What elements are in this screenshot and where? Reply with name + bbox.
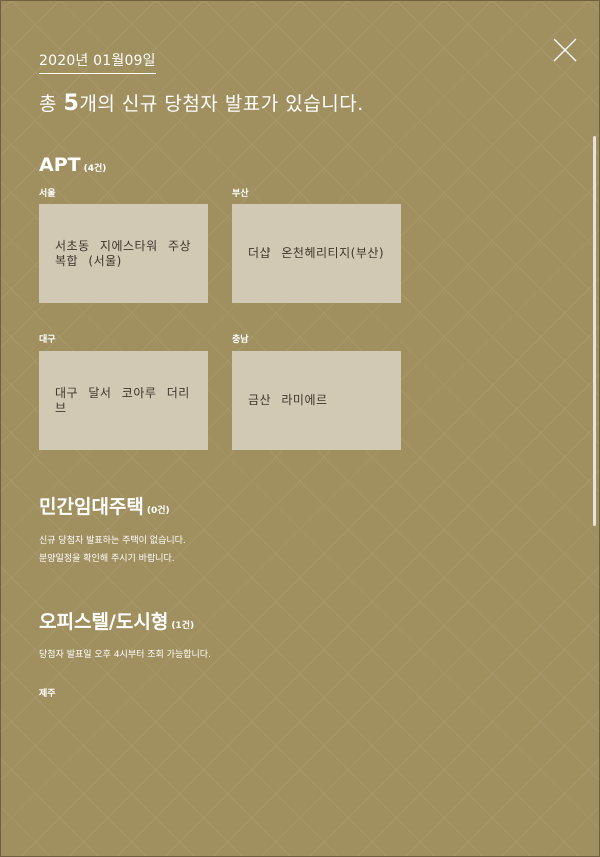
apt-card[interactable]: 대구 달서 코아루 더리브 [39, 351, 208, 450]
section-count: (0건) [146, 506, 170, 516]
section-title-text: 민간임대주택 [39, 496, 144, 518]
rental-note: 신규 당첨자 발표하는 주택이 없습니다. 분양일정을 확인해 주시기 바랍니다… [39, 532, 186, 568]
scrollbar[interactable] [593, 136, 596, 526]
close-icon [553, 38, 577, 62]
region-label: 대구 [39, 335, 56, 345]
apt-card-name: 서초동 지에스타워 주상복합 (서울) [55, 238, 192, 268]
apt-card-name: 더샵 온천헤리티지(부산) [248, 246, 385, 260]
section-title-text: APT [39, 154, 81, 176]
headline-count: 5 [63, 91, 80, 116]
section-count: (4건) [83, 164, 107, 174]
headline-suffix: 개의 신규 당첨자 발표가 있습니다. [79, 93, 364, 115]
rental-note-line: 분양일정을 확인해 주시기 바랍니다. [39, 554, 175, 564]
region-label: 제주 [39, 689, 56, 699]
section-title-officetel: 오피스텔/도시형 (1건) [39, 607, 194, 634]
apt-card[interactable]: 금산 라미에르 [232, 351, 401, 450]
apt-card-name: 대구 달서 코아루 더리브 [55, 385, 190, 415]
officetel-note: 당첨자 발표일 오후 4시부터 조회 가능합니다. [39, 650, 211, 660]
announcement-popup: 2020년 01월09일 총 5개의 신규 당첨자 발표가 있습니다. APT(… [0, 0, 600, 857]
section-title-apt: APT (4건) [39, 154, 106, 176]
rental-note-line: 신규 당첨자 발표하는 주택이 없습니다. [39, 536, 186, 546]
close-button[interactable] [553, 38, 577, 62]
headline: 총 5개의 신규 당첨자 발표가 있습니다. [39, 89, 364, 116]
headline-prefix: 총 [39, 93, 64, 115]
region-label: 부산 [232, 189, 249, 199]
section-title-rental: 민간임대주택 (0건) [39, 492, 170, 519]
section-title-text: 오피스텔/도시형 [39, 611, 169, 633]
apt-card-name: 금산 라미에르 [248, 393, 328, 407]
section-count: (1건) [171, 621, 195, 631]
region-label: 서울 [39, 189, 56, 199]
apt-card[interactable]: 더샵 온천헤리티지(부산) [232, 204, 401, 303]
apt-card[interactable]: 서초동 지에스타워 주상복합 (서울) [39, 204, 208, 303]
announcement-date: 2020년 01월09일 [39, 50, 156, 74]
region-label: 충남 [232, 335, 249, 345]
